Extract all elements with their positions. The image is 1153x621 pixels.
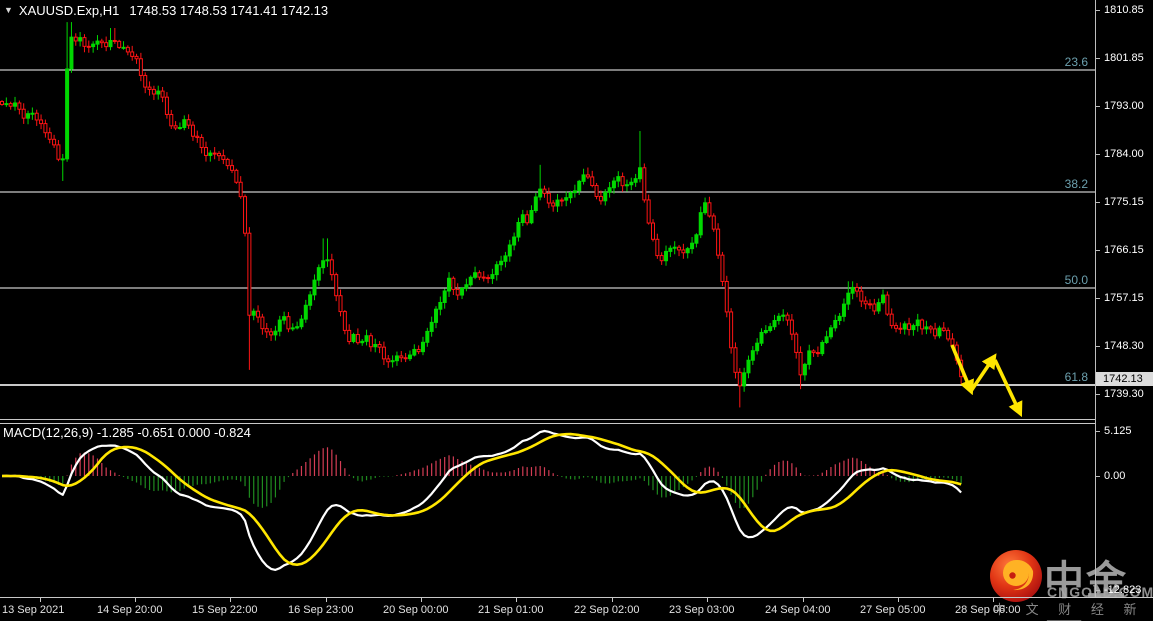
signal-line (2, 434, 961, 565)
time-axis-label: 13 Sep 2021 (2, 604, 64, 616)
current-price-tag: 1742.13 (1096, 372, 1153, 386)
chart-title: ▼ XAUUSD.Exp,H1 1748.53 1748.53 1741.41 17… (4, 3, 328, 18)
symbol-period-label: XAUUSD.Exp,H1 (19, 3, 119, 18)
price-axis-label: 1775.15 (1104, 196, 1144, 208)
price-axis-label: 1766.15 (1104, 244, 1144, 256)
macd-axis-tick (1096, 431, 1100, 432)
price-axis-tick (1096, 250, 1100, 251)
price-axis-tick (1096, 106, 1100, 107)
macd-indicator-label: MACD(12,26,9) -1.285 -0.651 0.000 -0.824 (3, 425, 251, 440)
time-axis-tick (612, 598, 613, 602)
time-axis-label: 20 Sep 00:00 (383, 604, 448, 616)
time-axis-tick (707, 598, 708, 602)
fib-label-23.6: 23.6 (1065, 55, 1089, 69)
mt4-chart-window: 23.6 38.2 50.0 61.8 ▼ XAUUSD.Exp,H1 1748.53 1… (0, 0, 1153, 621)
time-axis-label: 23 Sep 03:00 (669, 604, 734, 616)
price-axis-tick (1096, 346, 1100, 347)
price-axis-label: 1801.85 (1104, 52, 1144, 64)
time-axis-tick (516, 598, 517, 602)
time-axis-label: 14 Sep 20:00 (97, 604, 162, 616)
price-axis-label: 1757.15 (1104, 292, 1144, 304)
price-axis-tick (1096, 10, 1100, 11)
fib-label-50.0: 50.0 (1065, 273, 1089, 287)
macd-panel[interactable] (0, 424, 1095, 597)
price-axis-tick (1096, 154, 1100, 155)
time-axis-label: 16 Sep 23:00 (288, 604, 353, 616)
time-axis-tick (803, 598, 804, 602)
price-axis-tick (1096, 394, 1100, 395)
price-axis-label: 1748.30 (1104, 340, 1144, 352)
price-axis-label: 1739.30 (1104, 388, 1144, 400)
time-axis-label: 15 Sep 22:00 (192, 604, 257, 616)
price-axis-label: 1793.00 (1104, 100, 1144, 112)
ohlc-values: 1748.53 1748.53 1741.41 1742.13 (129, 3, 328, 18)
price-axis-label: 1784.00 (1104, 148, 1144, 160)
macd-axis-label: 5.125 (1104, 425, 1132, 437)
time-axis-label: 22 Sep 02:00 (574, 604, 639, 616)
indicator-panel-border (0, 423, 1095, 424)
macd-axis-label: -12.823 (1104, 584, 1141, 596)
time-axis-tick (898, 598, 899, 602)
forecast-arrow-3[interactable] (995, 360, 1020, 413)
fib-label-38.2: 38.2 (1065, 177, 1089, 191)
time-axis-border (0, 597, 1153, 598)
time-axis-label: 27 Sep 05:00 (860, 604, 925, 616)
candles-layer (1, 22, 963, 407)
chart-panel-separator[interactable] (0, 419, 1095, 420)
time-axis-label: 21 Sep 01:00 (478, 604, 543, 616)
time-axis-label: 24 Sep 04:00 (765, 604, 830, 616)
time-axis-tick (326, 598, 327, 602)
macd-axis-tick (1096, 590, 1100, 591)
time-axis-tick (993, 598, 994, 602)
main-chart[interactable]: 23.6 38.2 50.0 61.8 (0, 0, 1095, 419)
time-axis-tick (135, 598, 136, 602)
price-axis-tick (1096, 202, 1100, 203)
time-axis-label: 28 Sep 06:00 (955, 604, 1020, 616)
time-axis-tick (421, 598, 422, 602)
price-axis-tick (1096, 58, 1100, 59)
macd-axis-tick (1096, 476, 1100, 477)
price-axis-tick (1096, 298, 1100, 299)
time-axis-tick (40, 598, 41, 602)
fib-label-61.8: 61.8 (1065, 370, 1089, 384)
price-axis-label: 1810.85 (1104, 4, 1144, 16)
time-axis-tick (230, 598, 231, 602)
symbol-dropdown-icon[interactable]: ▼ (4, 5, 13, 15)
macd-axis-label: 0.00 (1104, 470, 1125, 482)
